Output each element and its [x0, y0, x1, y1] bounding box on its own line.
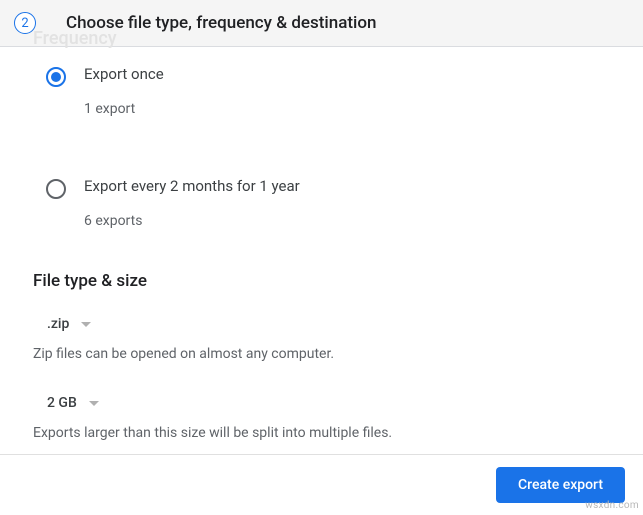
file-type-hint: Zip files can be opened on almost any co… — [33, 346, 610, 362]
content-area: Export once 1 export Export every 2 mont… — [0, 47, 643, 441]
create-export-button[interactable]: Create export — [496, 467, 625, 503]
file-size-hint: Exports larger than this size will be sp… — [33, 425, 610, 441]
frequency-option-periodic[interactable]: Export every 2 months for 1 year 6 expor… — [46, 177, 610, 229]
radio-sub: 1 export — [84, 101, 164, 117]
step-number-badge: 2 — [14, 12, 36, 34]
step-number: 2 — [21, 16, 28, 31]
step-header: Frequency 2 Choose file type, frequency … — [0, 0, 643, 47]
radio-unselected-icon — [46, 179, 66, 199]
radio-labels: Export once 1 export — [84, 65, 164, 117]
chevron-down-icon — [81, 322, 91, 327]
watermark: wsxdn.com — [585, 500, 639, 511]
radio-sub: 6 exports — [84, 213, 300, 229]
frequency-option-once[interactable]: Export once 1 export — [46, 65, 610, 117]
radio-title: Export once — [84, 65, 164, 83]
radio-selected-icon — [46, 67, 66, 87]
footer-bar: Create export — [0, 454, 643, 515]
frequency-group: Export once 1 export Export every 2 mont… — [33, 65, 610, 229]
chevron-down-icon — [89, 401, 99, 406]
radio-title: Export every 2 months for 1 year — [84, 177, 300, 195]
file-size-dropdown[interactable]: 2 GB — [33, 395, 99, 411]
header-title: Choose file type, frequency & destinatio… — [66, 13, 377, 33]
file-type-section-title: File type & size — [33, 239, 610, 313]
file-type-dropdown[interactable]: .zip — [33, 316, 91, 332]
file-type-value: .zip — [47, 316, 69, 332]
file-size-value: 2 GB — [47, 395, 77, 411]
radio-labels: Export every 2 months for 1 year 6 expor… — [84, 177, 300, 229]
